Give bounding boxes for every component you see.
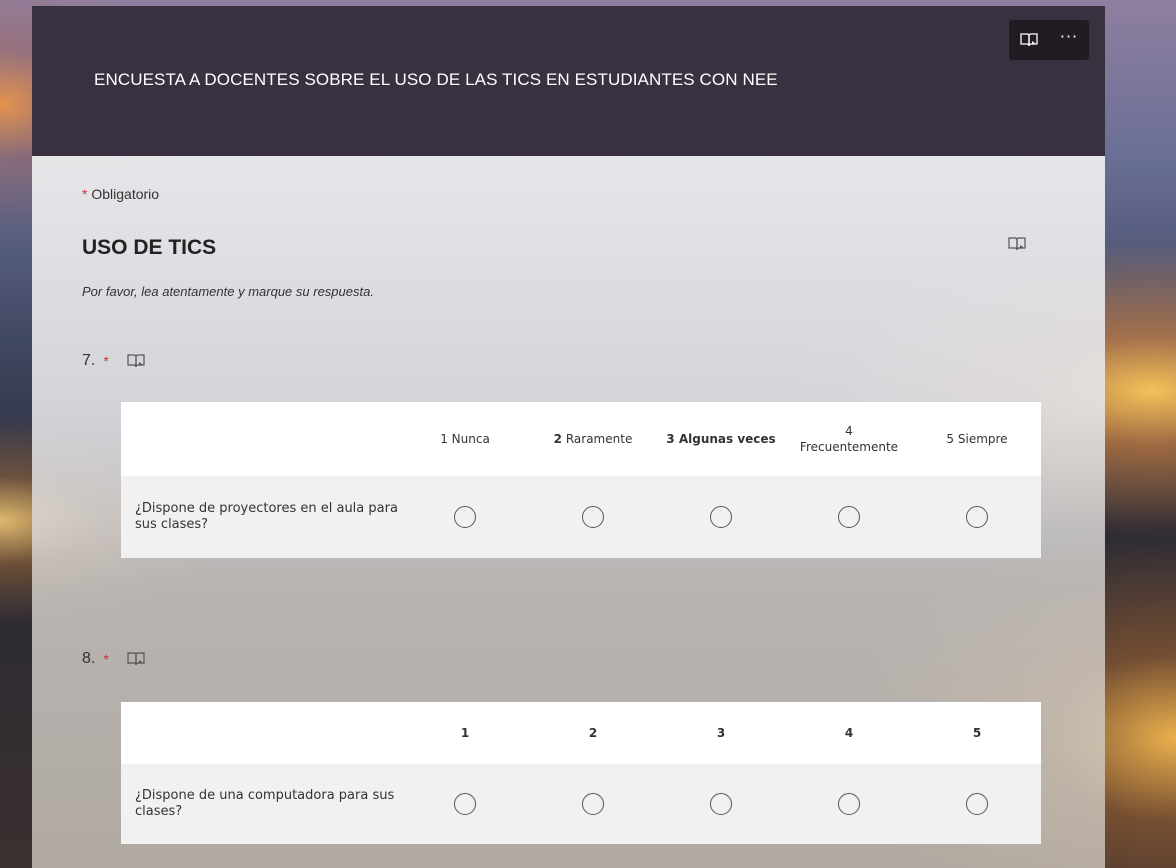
column-header-number: 4	[845, 424, 853, 438]
required-star: *	[82, 186, 88, 202]
section-title: USO DE TICS	[82, 236, 217, 259]
column-header: 5	[972, 726, 982, 740]
matrix-row: ¿Dispone de una computadora para sus cla…	[121, 764, 1041, 844]
matrix-row: ¿Dispone de proyectores en el aula para …	[121, 476, 1041, 558]
more-options-icon: ···	[1059, 27, 1079, 46]
section-description: Por favor, lea atentamente y marque su r…	[82, 284, 374, 299]
question-number: 8.	[82, 650, 96, 667]
immersive-reader-icon	[1020, 33, 1038, 47]
radio-option-1[interactable]	[454, 793, 476, 815]
required-star: *	[103, 651, 109, 667]
question-8-matrix: 1 2 3 4 5 ¿Dispone de una computadora pa…	[121, 702, 1041, 844]
question-immersive-reader-button[interactable]	[127, 353, 145, 369]
column-header: 1 Nunca	[440, 432, 490, 446]
form-title: ENCUESTA A DOCENTES SOBRE EL USO DE LAS …	[94, 70, 778, 89]
row-label: ¿Dispone de proyectores en el aula para …	[135, 501, 398, 532]
header-toolbar: ···	[1009, 20, 1089, 60]
radio-option-5[interactable]	[966, 506, 988, 528]
radio-option-1[interactable]	[454, 506, 476, 528]
required-note: * Obligatorio	[82, 186, 159, 202]
column-header: 1	[460, 726, 470, 740]
form-panel: ENCUESTA A DOCENTES SOBRE EL USO DE LAS …	[32, 6, 1105, 868]
column-header: 2 Raramente	[553, 432, 633, 446]
section-immersive-reader-button[interactable]	[1008, 236, 1026, 256]
column-header: 3	[716, 726, 726, 740]
radio-option-3[interactable]	[710, 506, 732, 528]
row-label: ¿Dispone de una computadora para sus cla…	[135, 788, 395, 819]
required-note-text: Obligatorio	[91, 186, 160, 202]
question-7-matrix: 1 Nunca 2 Raramente 3 Algunas veces 4 Fr…	[121, 402, 1041, 558]
matrix-header-row: 1 Nunca 2 Raramente 3 Algunas veces 4 Fr…	[121, 402, 1041, 476]
radio-option-4[interactable]	[838, 506, 860, 528]
column-header: 5 Siempre	[946, 432, 1008, 446]
column-header-text: Frecuentemente	[799, 440, 899, 454]
immersive-reader-button[interactable]	[1014, 25, 1044, 55]
immersive-reader-icon	[127, 652, 145, 666]
question-number: 7.	[82, 352, 96, 369]
question-8-header: 8. *	[82, 650, 145, 668]
matrix-header-row: 1 2 3 4 5	[121, 702, 1041, 764]
radio-option-2[interactable]	[582, 793, 604, 815]
form-body: * Obligatorio USO DE TICS Por favor, lea…	[32, 156, 1105, 868]
immersive-reader-icon	[1008, 237, 1026, 251]
column-header: 2	[588, 726, 598, 740]
radio-option-5[interactable]	[966, 793, 988, 815]
question-immersive-reader-button[interactable]	[127, 651, 145, 667]
radio-option-2[interactable]	[582, 506, 604, 528]
column-header: 4	[844, 726, 854, 740]
radio-option-3[interactable]	[710, 793, 732, 815]
radio-option-4[interactable]	[838, 793, 860, 815]
question-7-header: 7. *	[82, 352, 145, 370]
column-header: 4 Frecuentemente	[785, 423, 913, 455]
column-header: 3 Algunas veces	[666, 432, 776, 446]
immersive-reader-icon	[127, 354, 145, 368]
more-options-button[interactable]: ···	[1054, 25, 1084, 55]
form-header: ENCUESTA A DOCENTES SOBRE EL USO DE LAS …	[32, 6, 1105, 156]
required-star: *	[103, 353, 109, 369]
